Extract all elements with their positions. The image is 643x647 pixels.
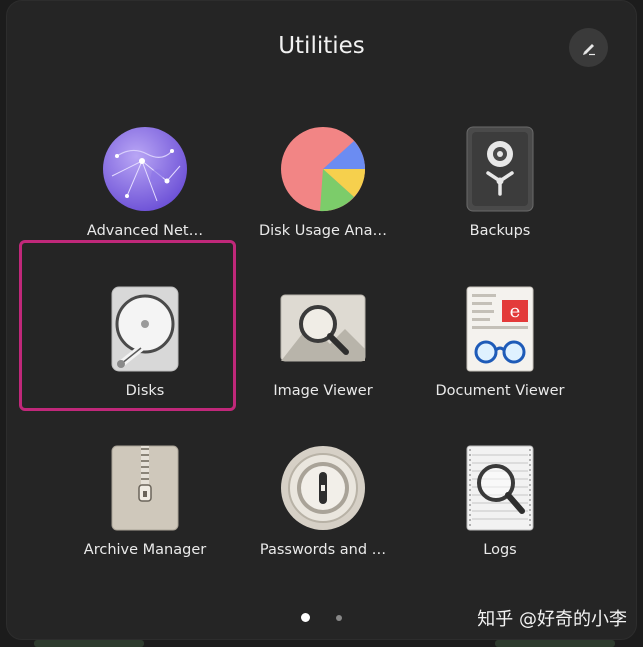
svg-text:e: e [510,301,521,322]
safe-icon [456,125,544,213]
rename-folder-button[interactable] [569,28,608,67]
page-dot[interactable] [336,614,342,621]
app-disk-usage-analyzer[interactable]: Disk Usage Ana… [234,125,412,275]
app-logs[interactable]: Logs [411,444,589,594]
app-label: Archive Manager [83,542,207,558]
document-glasses-icon: e [456,285,544,373]
app-passwords-and-keys[interactable]: Passwords and … [234,444,412,594]
pie-chart-icon [279,125,367,213]
app-label: Document Viewer [435,383,565,399]
app-label: Logs [483,542,517,558]
watermark-text: 知乎 @好奇的小李 [477,609,627,630]
app-label: Passwords and … [259,542,387,558]
image-magnifier-icon [279,285,367,373]
dock-item [34,640,144,647]
app-document-viewer[interactable]: e Document Viewer [411,285,589,435]
folder-title[interactable]: Utilities [7,33,636,59]
page-dot-active[interactable] [301,613,310,622]
app-backups[interactable]: Backups [411,125,589,275]
pencil-icon [582,43,595,55]
app-archive-manager[interactable]: Archive Manager [56,444,234,594]
app-image-viewer[interactable]: Image Viewer [234,285,412,435]
log-magnifier-icon [456,444,544,532]
app-label: Disk Usage Ana… [258,223,388,239]
app-label: Backups [469,223,531,239]
keyhole-icon [279,444,367,532]
app-label: Advanced Net… [86,223,204,239]
selection-highlight [19,240,236,411]
dock-item [495,640,615,647]
app-label: Image Viewer [273,383,373,399]
network-globe-icon [101,125,189,213]
archive-zipper-icon [101,444,189,532]
